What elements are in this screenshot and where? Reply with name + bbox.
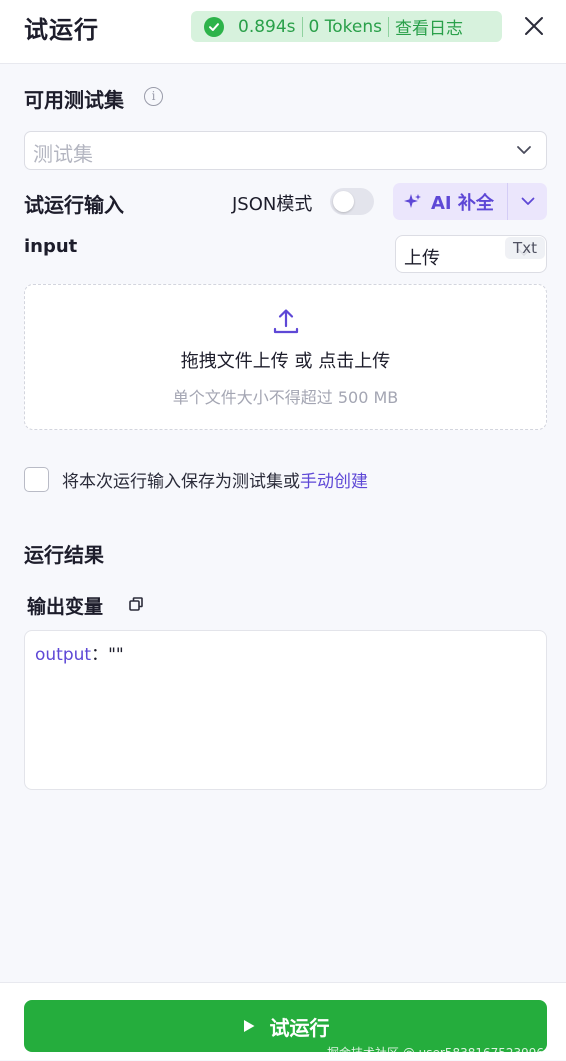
run-result-heading: 运行结果: [24, 543, 104, 567]
output-variables-label: 输出变量: [27, 596, 104, 618]
chevron-down-icon: [521, 197, 534, 205]
sparkle-icon: [404, 193, 421, 208]
click-upload-link[interactable]: 点击上传: [318, 351, 390, 372]
test-set-label: 可用测试集: [24, 88, 124, 112]
run-duration: 0.894s: [238, 16, 296, 37]
run-status-badge: 0.894s 0 Tokens 查看日志: [191, 11, 502, 42]
page-title: 试运行: [24, 16, 99, 44]
drag-upload-text: 拖拽文件上传: [180, 351, 289, 372]
divider: [387, 16, 389, 37]
dropzone-text: 拖拽文件上传 或 点击上传: [25, 347, 546, 373]
close-button[interactable]: [520, 12, 548, 40]
close-icon: [525, 17, 543, 35]
output-key: output: [35, 645, 92, 665]
divider: [301, 16, 303, 37]
ai-complete-label: AI 补全: [431, 192, 494, 214]
run-input-label: 试运行输入: [24, 193, 124, 217]
input-field-name: input: [24, 236, 78, 257]
copy-icon[interactable]: [128, 596, 144, 612]
test-set-select[interactable]: 测试集: [24, 131, 547, 170]
check-circle-icon: [204, 16, 224, 37]
output-panel: output："": [24, 630, 547, 790]
header: 试运行 0.894s 0 Tokens 查看日志: [0, 0, 566, 64]
output-value: "": [108, 645, 124, 665]
file-size-hint: 单个文件大小不得超过 500 MB: [172, 388, 399, 407]
save-as-test-set-text: 将本次运行输入保存为测试集或手动创建: [62, 467, 368, 492]
input-type-select[interactable]: 上传 Txt: [395, 235, 547, 273]
view-logs-link[interactable]: 查看日志: [395, 14, 463, 39]
chevron-down-icon: [517, 146, 531, 154]
ai-options-dropdown[interactable]: [508, 197, 547, 206]
json-mode-toggle[interactable]: [330, 188, 374, 215]
save-as-test-set-label: 将本次运行输入保存为测试集或: [62, 472, 300, 492]
output-colon: ：: [91, 645, 109, 665]
info-icon[interactable]: i: [144, 87, 163, 106]
output-line: output："": [35, 640, 124, 665]
watermark: 掘金技术社区 @ user5838167523996: [327, 1046, 545, 1060]
run-button-label: 试运行: [269, 1015, 330, 1040]
save-as-test-set-checkbox[interactable]: [24, 467, 49, 492]
ai-complete-button-group: AI 补全: [393, 183, 547, 220]
file-type-tag: Txt: [505, 237, 545, 259]
or-text: 或: [294, 351, 313, 372]
token-count: 0 Tokens: [308, 16, 382, 37]
test-set-placeholder: 测试集: [33, 142, 93, 166]
file-dropzone[interactable]: 拖拽文件上传 或 点击上传 单个文件大小不得超过 500 MB: [24, 284, 547, 430]
ai-complete-button[interactable]: AI 补全: [393, 183, 508, 220]
upload-icon: [273, 309, 299, 334]
input-type-value: 上传: [404, 248, 440, 269]
json-mode-label: JSON模式: [232, 194, 313, 215]
manual-create-link[interactable]: 手动创建: [300, 472, 368, 492]
play-icon: [243, 1020, 254, 1032]
toggle-knob: [333, 191, 354, 212]
